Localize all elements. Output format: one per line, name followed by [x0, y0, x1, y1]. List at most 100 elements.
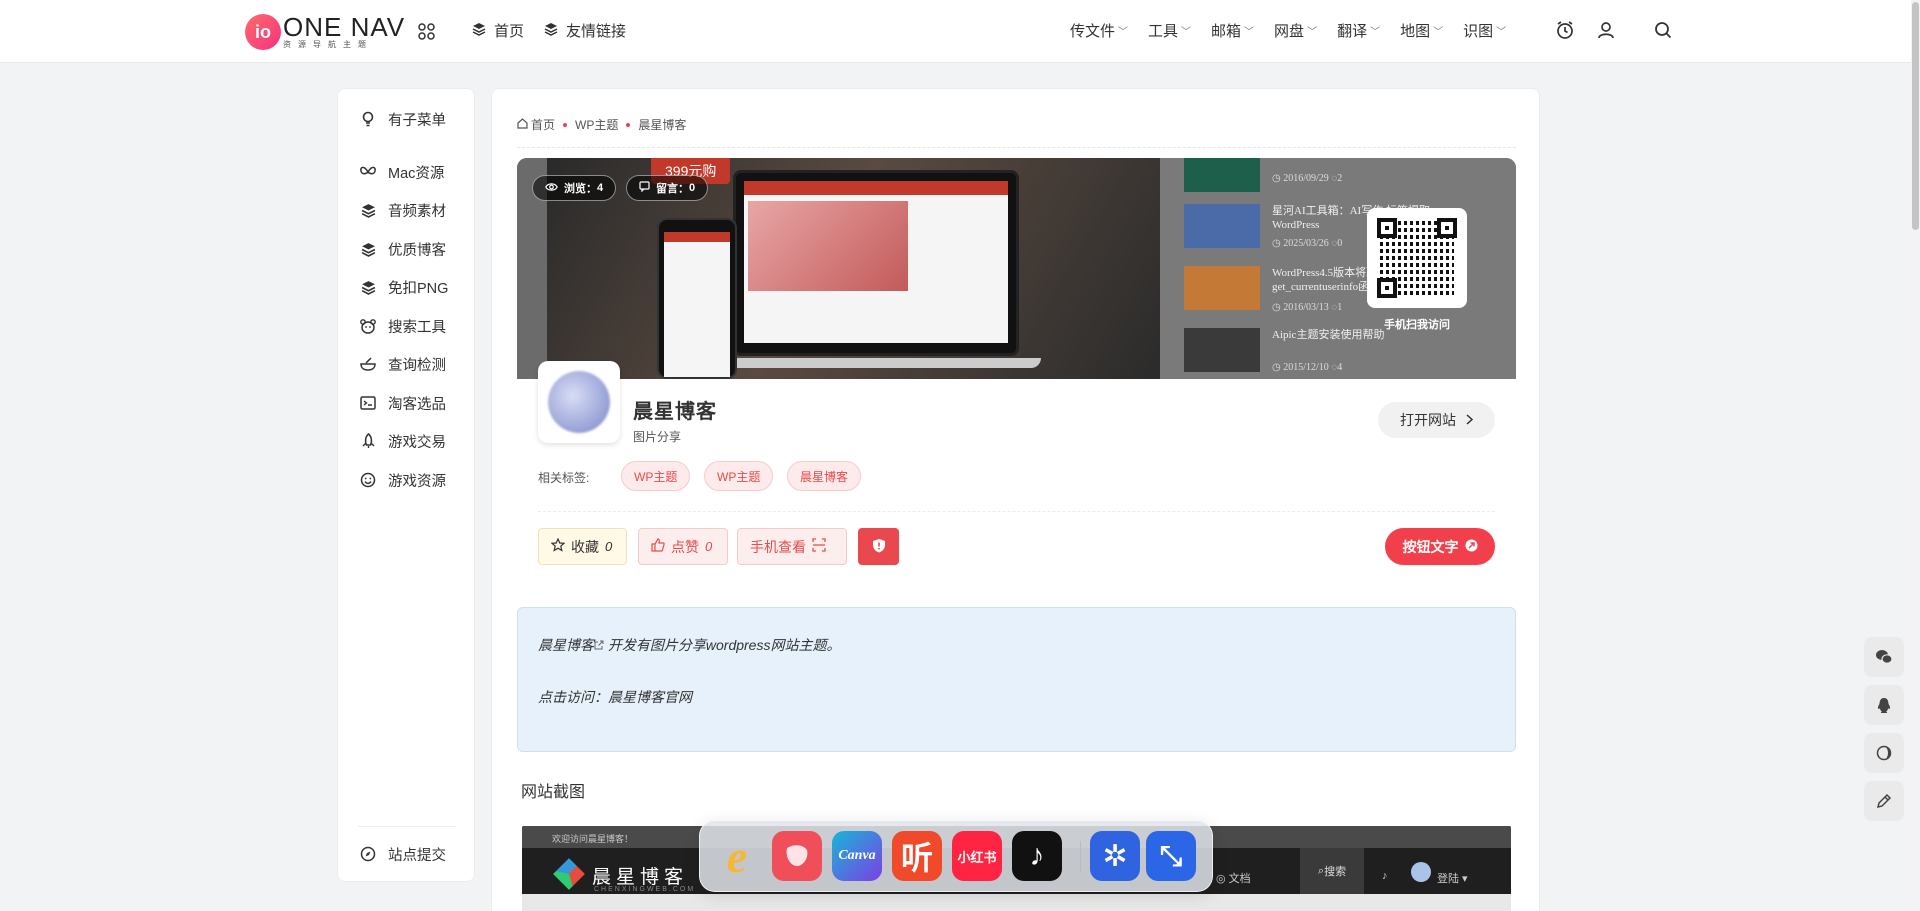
post-thumbnail	[1184, 158, 1260, 192]
views-badge: 浏览： 4	[532, 175, 617, 201]
chevron-down-icon: ﹀	[1496, 27, 1507, 38]
user-icon[interactable]	[1594, 18, 1618, 42]
apps-grid-icon[interactable]	[418, 23, 435, 45]
logo-name: ONE NAV	[283, 12, 406, 42]
views-count: 4	[597, 182, 604, 194]
moon-icon[interactable]	[1864, 733, 1904, 773]
breadcrumb-home[interactable]: 首页	[531, 116, 555, 133]
open-site-button[interactable]: 打开网站	[1378, 402, 1495, 438]
page-scrollbar-thumb[interactable]	[1912, 2, 1919, 230]
tag-chip[interactable]: WP主题	[704, 461, 774, 491]
nav-translate[interactable]: 翻译 ﹀	[1337, 20, 1380, 41]
mobile-view-button[interactable]: 手机查看	[737, 528, 847, 565]
sidebar-item-mac[interactable]: Mac资源	[360, 161, 444, 183]
nav-tools[interactable]: 工具 ﹀	[1148, 20, 1191, 41]
edit-icon[interactable]	[1864, 781, 1904, 821]
screenshot-login: 登陆 ▾	[1437, 873, 1468, 885]
tiktok-app-icon[interactable]: ♪	[1012, 831, 1062, 881]
xiaohongshu-app-icon[interactable]: 小红书	[952, 831, 1002, 881]
sidebar-item-taoke[interactable]: 淘客选品	[360, 392, 446, 414]
qr-finder	[1377, 218, 1397, 238]
sidebar-item-label: 查询检测	[388, 357, 446, 374]
collect-button[interactable]: 收藏 0	[538, 528, 627, 565]
qq-icon[interactable]	[1864, 685, 1904, 725]
tag-chip[interactable]: WP主题	[621, 461, 691, 491]
nav-cloud-drive[interactable]: 网盘 ﹀	[1274, 20, 1317, 41]
breadcrumb-category[interactable]: WP主题	[575, 116, 618, 133]
sidebar-item-label: 优质博客	[388, 242, 446, 259]
eye-icon	[545, 182, 558, 195]
sidebar-divider	[358, 826, 456, 827]
tag-chip[interactable]: 晨星博客	[787, 461, 862, 491]
post-meta: ◷ 2016/09/29 ◌2	[1272, 173, 1343, 184]
nav-upload-file[interactable]: 传文件 ﹀	[1070, 20, 1128, 41]
sidebar-item-game-resources[interactable]: 游戏资源	[360, 469, 446, 491]
sidebar-item-png[interactable]: 免扣PNG	[360, 276, 448, 298]
sidebar-item-site-submit[interactable]: 站点提交	[360, 843, 446, 865]
open-site-label: 打开网站	[1400, 412, 1456, 428]
collect-count: 0	[605, 539, 613, 554]
sidebar-item-blogs[interactable]: 优质博客	[360, 238, 446, 260]
ie-app-icon[interactable]: e	[712, 831, 762, 882]
laptop-mockup	[733, 170, 1019, 356]
shield-icon	[872, 538, 886, 556]
smile-icon	[360, 472, 376, 488]
sidebar-item-label: 游戏资源	[388, 473, 446, 490]
qr-finder	[1377, 278, 1397, 298]
chevron-down-icon: ﹀	[1244, 27, 1255, 38]
red-app-icon[interactable]	[772, 831, 822, 881]
screenshot-content	[522, 894, 1511, 911]
main-nav: 首页 友情链接	[472, 18, 626, 42]
like-label: 点赞	[671, 538, 699, 555]
nav-map-label: 地图	[1400, 23, 1431, 40]
site-logo[interactable]: io ONE NAV 资源导航主题	[245, 14, 405, 50]
nav-upload-file-label: 传文件	[1070, 23, 1116, 40]
wechat-icon[interactable]	[1864, 637, 1904, 677]
sidebar-item-label: 搜索工具	[388, 319, 446, 336]
sidebar-item-label: 站点提交	[388, 847, 446, 864]
cta-button[interactable]: 按钮文字	[1385, 528, 1495, 565]
screenshot-login-label: 登陆	[1437, 873, 1459, 885]
alarm-clock-icon[interactable]	[1553, 18, 1577, 42]
site-name-link[interactable]: 晨星博客	[538, 637, 594, 653]
sidebar-item-game-trade[interactable]: 游戏交易	[360, 430, 446, 452]
ting-app-icon[interactable]: 听	[892, 831, 942, 881]
nav-map[interactable]: 地图 ﹀	[1400, 20, 1443, 41]
top-header: io ONE NAV 资源导航主题 首页 友情链接 传文件 ﹀ 工具 ﹀ 邮箱 ﹀ 网…	[0, 0, 1920, 63]
like-button[interactable]: 点赞 0	[638, 528, 728, 565]
phone-mockup	[657, 218, 737, 379]
nav-friend-links-label: 友情链接	[566, 22, 627, 40]
shrink-app-icon[interactable]: ⤡	[1146, 831, 1196, 881]
nav-tools-label: 工具	[1148, 23, 1179, 40]
thumbs-up-icon	[651, 538, 665, 555]
dock-separator	[1080, 841, 1081, 873]
app-dock: e Canva 听 小红书 ♪ ✲ ⤡	[699, 820, 1213, 892]
sidebar-item-label: 游戏交易	[388, 434, 446, 451]
nav-friend-links[interactable]: 友情链接	[544, 18, 626, 42]
sidebar-item-query[interactable]: 查询检测	[360, 353, 446, 375]
post-thumbnail	[1184, 266, 1260, 310]
pinwheel-app-icon[interactable]: ✲	[1090, 831, 1140, 881]
breadcrumb: 首页 WP主题 晨星博客	[517, 116, 686, 133]
canva-app-icon[interactable]: Canva	[832, 831, 882, 881]
comments-label: 留言：	[656, 183, 689, 195]
sidebar-item-search-tools[interactable]: 搜索工具	[360, 315, 446, 337]
laptop-base	[711, 358, 1041, 368]
report-button[interactable]	[858, 528, 899, 565]
nav-image-search[interactable]: 识图 ﹀	[1463, 20, 1506, 41]
description-text: 开发有图片分享wordpress网站主题。	[604, 637, 841, 653]
related-post: Aipic主题安装使用帮助 ◷ 2015/12/10 ◌4	[1184, 328, 1454, 376]
mobile-view-label: 手机查看	[750, 538, 806, 555]
screenshot-section-title: 网站截图	[521, 784, 586, 801]
post-meta: ◷ 2025/03/26 ◌0	[1272, 238, 1343, 249]
sidebar-item-audio[interactable]: 音频素材	[360, 199, 446, 221]
site-description-box: 晨星博客 开发有图片分享wordpress网站主题。 点击访问：晨星博客官网	[517, 607, 1516, 752]
screenshot-brand-sub: CHENXINGWEB.COM	[594, 886, 696, 893]
search-icon[interactable]	[1651, 18, 1675, 42]
nav-home[interactable]: 首页	[472, 18, 524, 42]
nav-mail[interactable]: 邮箱 ﹀	[1211, 20, 1254, 41]
sidebar-item-submenu[interactable]: 有子菜单	[360, 108, 446, 130]
visit-official-link[interactable]: 点击访问：晨星博客官网	[538, 687, 692, 707]
site-favicon	[538, 361, 620, 443]
layers-icon	[360, 202, 376, 218]
